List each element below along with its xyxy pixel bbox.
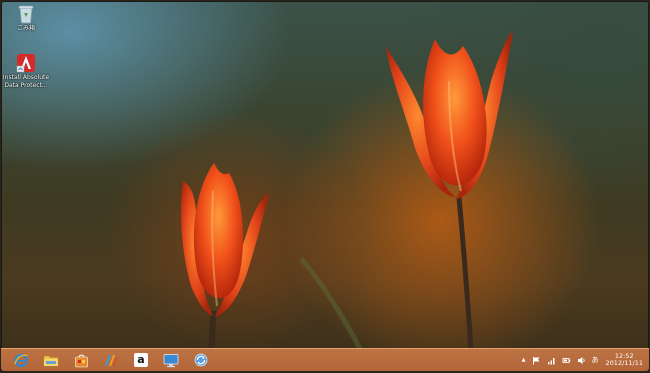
volume-icon[interactable] xyxy=(577,356,586,365)
taskbar-media-app[interactable] xyxy=(100,351,122,369)
taskbar-remote-desktop[interactable] xyxy=(160,351,182,369)
install-absolute-label-line2: Data Protect... xyxy=(4,82,48,89)
media-icon xyxy=(105,354,118,366)
tulip-right xyxy=(386,31,513,199)
sync-icon xyxy=(194,353,208,367)
taskbar: a ▲ あ 12:52 2012/11/11 xyxy=(1,348,649,371)
taskbar-file-explorer[interactable] xyxy=(40,351,62,369)
action-center-flag-icon[interactable] xyxy=(532,356,541,365)
ime-indicator[interactable]: あ xyxy=(592,356,599,364)
recycle-bin-icon xyxy=(18,5,34,24)
monitor-icon xyxy=(163,353,179,367)
taskbar-internet-explorer[interactable] xyxy=(10,351,32,369)
taskbar-sync-app[interactable] xyxy=(190,351,212,369)
recycle-bin-label: ごみ箱 xyxy=(16,25,35,32)
clock-date: 2012/11/11 xyxy=(605,359,643,367)
taskbar-amazon[interactable]: a xyxy=(130,351,152,369)
absolute-app-icon xyxy=(16,54,35,73)
power-icon[interactable] xyxy=(562,356,571,365)
tulip-wallpaper xyxy=(181,31,513,353)
install-absolute-label-line1: Install Absolute xyxy=(2,74,50,81)
amazon-icon-letter: a xyxy=(137,352,145,366)
install-absolute-shortcut[interactable]: Install Absolute Data Protect... xyxy=(1,53,51,89)
taskbar-store-app[interactable] xyxy=(70,351,92,369)
taskbar-clock[interactable]: 12:52 2012/11/11 xyxy=(605,352,643,368)
folder-icon xyxy=(43,355,59,367)
shopping-bag-icon xyxy=(74,354,88,367)
desktop: ごみ箱 Install Absolute Data Protect... a ▲… xyxy=(1,1,649,371)
amazon-icon: a xyxy=(134,353,148,367)
notification-area: ▲ あ 12:52 2012/11/11 xyxy=(519,351,643,369)
ie-icon xyxy=(14,353,28,368)
tulip-left xyxy=(181,163,269,317)
recycle-bin-shortcut[interactable]: ごみ箱 xyxy=(1,4,51,32)
show-hidden-icons-chevron-icon[interactable]: ▲ xyxy=(522,357,526,363)
network-icon[interactable] xyxy=(547,356,556,365)
